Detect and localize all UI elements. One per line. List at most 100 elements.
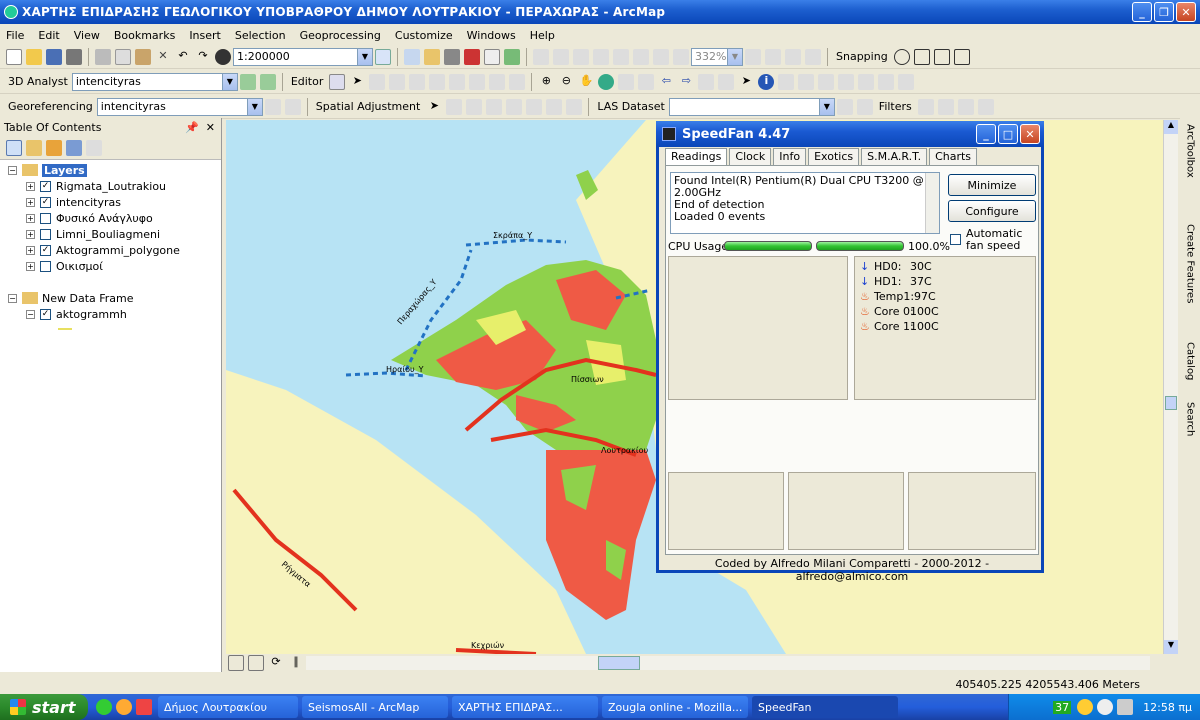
quicklaunch-icon[interactable] bbox=[116, 699, 132, 715]
editor-toolbar-icon[interactable] bbox=[375, 48, 391, 65]
catalog-icon[interactable] bbox=[424, 48, 440, 65]
zoom-in-icon[interactable]: ⊕ bbox=[538, 74, 554, 90]
search-window-icon[interactable] bbox=[444, 48, 460, 65]
attributes-icon[interactable] bbox=[489, 73, 506, 90]
speedfan-close-button[interactable]: ✕ bbox=[1020, 124, 1040, 144]
quicklaunch-icon[interactable] bbox=[136, 699, 152, 715]
task-button[interactable]: SeismosAll - ArcMap bbox=[302, 696, 448, 718]
tab-exotics[interactable]: Exotics bbox=[808, 148, 860, 166]
tab-clock[interactable]: Clock bbox=[729, 148, 772, 166]
zoom-next-icon[interactable] bbox=[673, 48, 689, 65]
tab-smart[interactable]: S.M.A.R.T. bbox=[861, 148, 928, 166]
menu-edit[interactable]: Edit bbox=[38, 29, 59, 42]
scroll-down-arrow[interactable]: ▼ bbox=[1164, 640, 1178, 654]
zoom-whole-page-icon[interactable] bbox=[613, 48, 629, 65]
undo-icon[interactable]: ↶ bbox=[175, 49, 191, 65]
event-log[interactable]: Found Intel(R) Pentium(R) Dual CPU T3200… bbox=[670, 172, 940, 234]
select-tool-icon[interactable]: ➤ bbox=[426, 99, 442, 115]
toc-options-icon[interactable] bbox=[86, 139, 102, 156]
expand-icon[interactable]: + bbox=[26, 213, 35, 223]
list-by-visibility-icon[interactable] bbox=[46, 139, 62, 156]
las-dataset-menu[interactable]: LAS Dataset bbox=[597, 100, 664, 113]
layer-checkbox[interactable] bbox=[40, 260, 51, 272]
limited-adjust-icon[interactable] bbox=[526, 98, 543, 115]
scroll-thumb[interactable] bbox=[1165, 396, 1177, 410]
quicklaunch-icon[interactable] bbox=[96, 699, 112, 715]
straight-segment-icon[interactable] bbox=[389, 73, 406, 90]
minimize-button[interactable]: _ bbox=[1132, 2, 1152, 22]
back-icon[interactable]: ⇦ bbox=[658, 74, 674, 90]
vertex-snap-icon[interactable] bbox=[933, 48, 950, 65]
data-frame-group[interactable]: − New Data Frame bbox=[8, 290, 134, 306]
new-displacement-link-icon[interactable] bbox=[446, 98, 463, 115]
edit-annotation-icon[interactable] bbox=[329, 73, 346, 90]
configure-button[interactable]: Configure bbox=[948, 200, 1036, 222]
layer-checkbox[interactable]: ✓ bbox=[40, 180, 51, 192]
copy-icon[interactable] bbox=[115, 48, 131, 65]
toc-layer-item[interactable]: + ✓ Aktogrammi_polygone bbox=[26, 242, 180, 258]
refresh-icon[interactable]: ⟳ bbox=[268, 655, 284, 671]
sketch-props-icon[interactable] bbox=[509, 73, 526, 90]
clock[interactable]: 12:58 πμ bbox=[1143, 701, 1192, 714]
goto-xy-icon[interactable] bbox=[878, 73, 895, 90]
rotate-icon[interactable] bbox=[469, 73, 486, 90]
tray-icon[interactable] bbox=[1077, 699, 1094, 715]
edit-vertices-icon[interactable] bbox=[369, 73, 386, 90]
cut-icon[interactable] bbox=[95, 48, 111, 65]
speedfan-minimize-button[interactable]: _ bbox=[976, 124, 996, 144]
expand-icon[interactable]: + bbox=[26, 229, 35, 239]
full-extent-icon[interactable] bbox=[598, 73, 615, 90]
menu-windows[interactable]: Windows bbox=[467, 29, 516, 42]
task-button[interactable]: Δήμος Λουτρακίου bbox=[158, 696, 298, 718]
redo-icon[interactable]: ↷ bbox=[195, 49, 211, 65]
clear-selection-icon[interactable] bbox=[718, 73, 735, 90]
list-by-selection-icon[interactable] bbox=[66, 139, 82, 156]
dock-tab-arctoolbox[interactable]: ArcToolbox bbox=[1182, 124, 1198, 220]
save-icon[interactable] bbox=[46, 48, 62, 65]
table-icon[interactable] bbox=[404, 48, 420, 65]
arctoolbox-icon[interactable] bbox=[464, 48, 480, 65]
select-elements-icon[interactable]: ➤ bbox=[738, 74, 754, 90]
view-link-table-icon[interactable] bbox=[284, 98, 301, 115]
pan-layout-icon[interactable] bbox=[573, 48, 589, 65]
h-scroll-thumb[interactable] bbox=[598, 656, 640, 670]
menu-insert[interactable]: Insert bbox=[189, 29, 221, 42]
trace-icon[interactable] bbox=[409, 73, 426, 90]
toc-layer-item[interactable]: + Limni_Bouliagmeni bbox=[26, 226, 160, 242]
task-button[interactable]: SpeedFan bbox=[752, 696, 898, 718]
task-button[interactable]: Zougla online - Mozilla... bbox=[602, 696, 748, 718]
close-button[interactable]: ✕ bbox=[1176, 2, 1196, 22]
menu-file[interactable]: File bbox=[6, 29, 24, 42]
zoom-out-fixed-icon[interactable] bbox=[553, 48, 569, 65]
point-snap-icon[interactable] bbox=[893, 48, 910, 65]
layers-group[interactable]: − Layers bbox=[8, 162, 87, 178]
layer-checkbox[interactable] bbox=[40, 212, 51, 224]
new-icon[interactable] bbox=[6, 48, 22, 65]
forward-icon[interactable]: ⇨ bbox=[678, 74, 694, 90]
zoom-out-icon[interactable]: ⊖ bbox=[558, 74, 574, 90]
focus-frame-icon[interactable] bbox=[765, 48, 781, 65]
tray-badge[interactable]: 37 bbox=[1053, 700, 1072, 714]
expand-icon[interactable]: + bbox=[26, 245, 35, 255]
maximize-button[interactable]: ❐ bbox=[1154, 2, 1174, 22]
toc-layer-item[interactable]: + ✓ Rigmata_Loutrakiou bbox=[26, 178, 166, 194]
las-filter-icon[interactable] bbox=[856, 98, 873, 115]
zoom-prev-icon[interactable] bbox=[653, 48, 669, 65]
georeferencing-menu[interactable]: Georeferencing bbox=[8, 100, 93, 113]
python-icon[interactable] bbox=[484, 48, 500, 65]
open-icon[interactable] bbox=[26, 48, 42, 65]
3d-analyst-menu[interactable]: 3D Analyst bbox=[8, 75, 68, 88]
layout-view-icon[interactable] bbox=[248, 655, 264, 671]
modelbuilder-icon[interactable] bbox=[504, 48, 520, 65]
expand-icon[interactable]: + bbox=[26, 181, 35, 191]
las-up-icon[interactable] bbox=[957, 98, 974, 115]
link-table-icon[interactable] bbox=[546, 98, 563, 115]
add-control-points-icon[interactable] bbox=[264, 98, 281, 115]
task-button[interactable]: ΧΑΡΤΗΣ ΕΠΙΔΡΑΣ... bbox=[452, 696, 598, 718]
las-point-icon[interactable] bbox=[836, 98, 853, 115]
collapse-icon[interactable]: − bbox=[8, 293, 17, 303]
menu-view[interactable]: View bbox=[74, 29, 100, 42]
expand-icon[interactable]: + bbox=[26, 197, 35, 207]
fixed-zoom-out-icon[interactable] bbox=[638, 73, 655, 90]
toggle-draft-icon[interactable] bbox=[745, 48, 761, 65]
